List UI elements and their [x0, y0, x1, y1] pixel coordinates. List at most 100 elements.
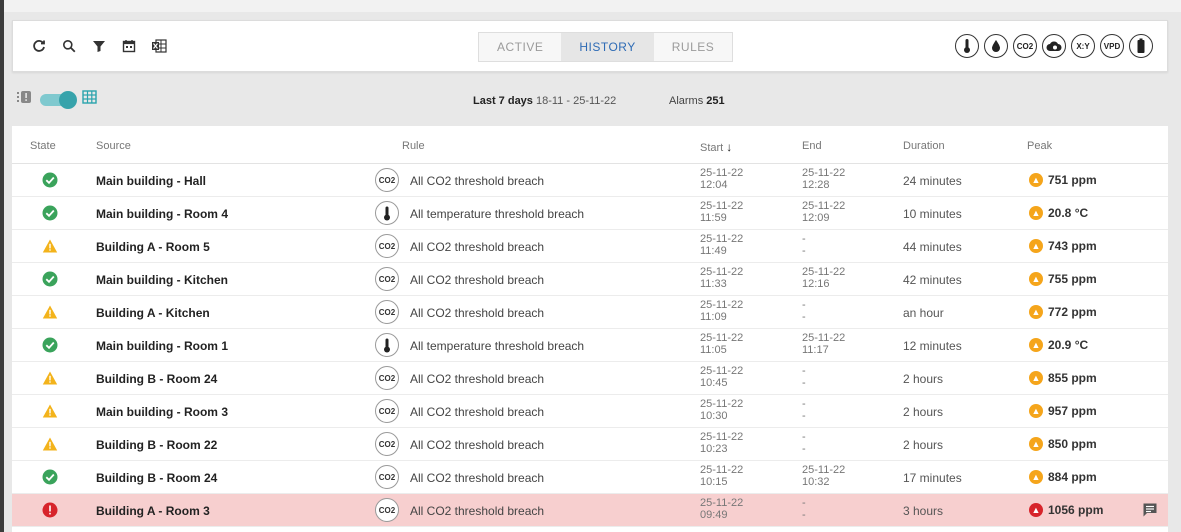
rule-name: All CO2 threshold breach — [410, 504, 545, 518]
rule-name: All CO2 threshold breach — [410, 372, 545, 386]
alarms-label: Alarms — [669, 95, 704, 107]
table-header: State Source Rule Start ↓ End Duration P… — [12, 126, 1168, 164]
table-row[interactable]: Building A - Room 3 CO2 All CO2 threshold … — [12, 494, 1168, 527]
table-row[interactable]: Main building - Hall CO2 All CO2 threshold… — [12, 164, 1168, 197]
top-strip — [4, 0, 1181, 12]
table-row[interactable]: Building B - Room 22 CO2 All CO2 threshold… — [12, 428, 1168, 461]
start-time: 10:15 — [700, 476, 728, 488]
ok-state-icon — [42, 172, 58, 188]
source-name: Building A - Room 5 — [96, 240, 210, 254]
start-time: 09:49 — [700, 509, 728, 521]
peak-text: 20.9 °C — [1048, 338, 1089, 352]
end-time: 12:16 — [802, 278, 830, 290]
table-row[interactable]: Building B - Room 24 CO2 All CO2 threshold… — [12, 362, 1168, 395]
co2-rule-icon: CO2 — [375, 168, 399, 192]
start-datetime: 25-11-22 10:45 — [700, 365, 743, 389]
table-row[interactable]: Main building - Room 1 All temperature th… — [12, 329, 1168, 362]
xy-sensor-icon[interactable]: X:Y — [1071, 34, 1095, 58]
col-duration[interactable]: Duration — [903, 140, 945, 152]
cloud-sensor-icon[interactable] — [1042, 34, 1066, 58]
co2-rule-icon: CO2 — [375, 366, 399, 390]
peak-text: 855 ppm — [1048, 371, 1097, 385]
table-row[interactable]: Building A - Room 5 CO2 All CO2 threshold … — [12, 230, 1168, 263]
peak-value: ▲ 772 ppm — [1029, 305, 1097, 319]
start-date: 25-11-22 — [700, 464, 744, 476]
table-row[interactable]: Main building - Room 4 All temperature th… — [12, 197, 1168, 230]
start-date: 25-11-22 — [700, 332, 744, 344]
toolbar-actions — [31, 38, 167, 54]
start-datetime: 25-11-22 10:15 — [700, 464, 743, 488]
end-datetime: -- — [802, 398, 806, 422]
table-row[interactable]: Building A - Kitchen CO2 All CO2 threshold… — [12, 296, 1168, 329]
peak-value: ▲ 855 ppm — [1029, 371, 1097, 385]
temperature-sensor-icon[interactable] — [955, 34, 979, 58]
col-end[interactable]: End — [802, 140, 822, 152]
end-date: 25-11-22 — [802, 167, 846, 179]
end-date: - — [802, 497, 806, 509]
peak-arrow-icon: ▲ — [1029, 239, 1043, 253]
co2-rule-icon: CO2 — [375, 498, 399, 522]
co2-rule-icon: CO2 — [375, 432, 399, 456]
source-name: Building A - Room 3 — [96, 504, 210, 518]
co2-sensor-icon[interactable]: CO2 — [1013, 34, 1037, 58]
col-state[interactable]: State — [30, 140, 56, 152]
col-start[interactable]: Start ↓ — [700, 140, 732, 154]
table-view-icon[interactable] — [82, 90, 97, 109]
filter-icon[interactable] — [91, 38, 107, 54]
rule-name: All CO2 threshold breach — [410, 273, 545, 287]
rule-name: All CO2 threshold breach — [410, 174, 545, 188]
rule-name: All temperature threshold breach — [410, 339, 585, 353]
peak-arrow-icon: ▲ — [1029, 371, 1043, 385]
humidity-sensor-icon[interactable] — [984, 34, 1008, 58]
vpd-sensor-icon[interactable]: VPD — [1100, 34, 1124, 58]
co2-rule-icon: CO2 — [375, 300, 399, 324]
sort-desc-icon: ↓ — [726, 140, 733, 154]
start-datetime: 25-11-22 11:09 — [700, 299, 743, 323]
col-source[interactable]: Source — [96, 140, 131, 152]
date-range[interactable]: Last 7 days 18-11 - 25-11-22 — [473, 95, 616, 107]
ok-state-icon — [42, 469, 58, 485]
peak-value: ▲ 743 ppm — [1029, 239, 1097, 253]
export-excel-icon[interactable] — [151, 38, 167, 54]
tab-rules[interactable]: RULES — [653, 33, 733, 61]
start-time: 11:49 — [700, 245, 727, 257]
alarm-list-icon[interactable] — [16, 90, 32, 109]
co2-rule-icon: CO2 — [375, 399, 399, 423]
start-time: 11:33 — [700, 278, 727, 290]
col-peak[interactable]: Peak — [1027, 140, 1052, 152]
battery-sensor-icon[interactable] — [1129, 34, 1153, 58]
peak-arrow-icon: ▲ — [1029, 272, 1043, 286]
peak-text: 850 ppm — [1048, 437, 1097, 451]
view-controls — [16, 90, 97, 109]
ok-state-icon — [42, 205, 58, 221]
duration: 12 minutes — [903, 339, 962, 353]
peak-text: 743 ppm — [1048, 239, 1097, 253]
start-datetime: 25-11-22 11:05 — [700, 332, 743, 356]
table-row[interactable]: Main building - Room 3 CO2 All CO2 thresho… — [12, 395, 1168, 428]
peak-arrow-icon: ▲ — [1029, 437, 1043, 451]
view-toggle[interactable] — [40, 90, 77, 109]
source-name: Main building - Room 3 — [96, 405, 228, 419]
alarms-value: 251 — [706, 95, 725, 107]
start-datetime: 25-11-22 12:04 — [700, 167, 743, 191]
start-time: 10:30 — [700, 410, 728, 422]
tab-active[interactable]: ACTIVE — [479, 33, 562, 61]
duration: 2 hours — [903, 372, 944, 386]
end-date: - — [802, 365, 806, 377]
col-rule[interactable]: Rule — [402, 140, 425, 152]
refresh-icon[interactable] — [31, 38, 47, 54]
calendar-icon[interactable] — [121, 38, 137, 54]
start-date: 25-11-22 — [700, 200, 744, 212]
end-datetime: -- — [802, 299, 806, 323]
search-icon[interactable] — [61, 38, 77, 54]
peak-arrow-icon: ▲ — [1029, 206, 1043, 220]
table-row[interactable]: Building B - Room 24 CO2 All CO2 threshold… — [12, 461, 1168, 494]
tab-history[interactable]: HISTORY — [561, 33, 654, 61]
peak-arrow-icon: ▲ — [1029, 173, 1043, 187]
start-date: 25-11-22 — [700, 167, 744, 179]
table-row[interactable]: Main building - Kitchen CO2 All CO2 thresh… — [12, 263, 1168, 296]
end-time: - — [802, 410, 806, 422]
comment-icon[interactable] — [1142, 502, 1158, 518]
peak-value: ▲ 751 ppm — [1029, 173, 1097, 187]
start-date: 25-11-22 — [700, 299, 744, 311]
